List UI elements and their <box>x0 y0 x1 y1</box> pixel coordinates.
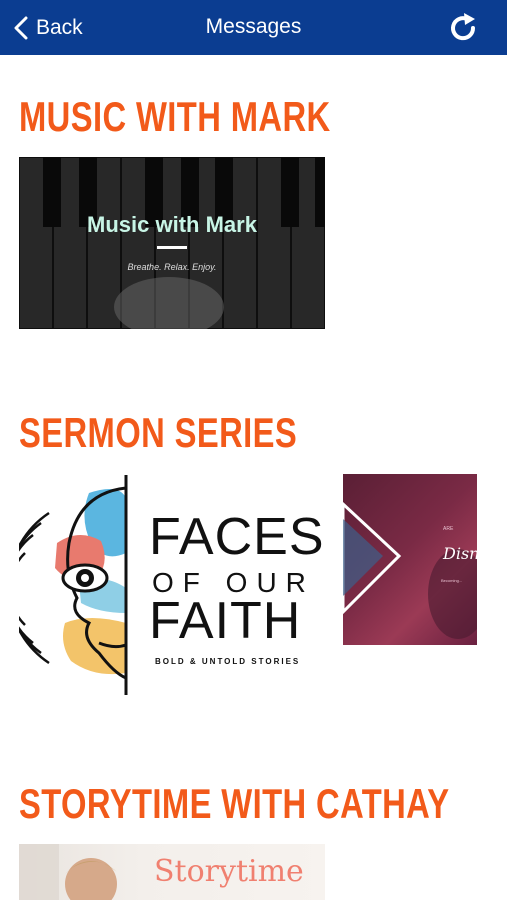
piano-keys-image <box>19 157 325 329</box>
music-with-mark-card[interactable]: Music with Mark Breathe. Relax. Enjoy. <box>19 157 325 329</box>
nav-bar: Back Messages <box>0 0 507 55</box>
faith-line-3: FAITH <box>149 592 302 650</box>
faith-line-1: FACES <box>149 508 325 566</box>
card-subtitle: Breathe. Relax. Enjoy. <box>127 262 217 272</box>
refresh-button[interactable] <box>447 12 481 44</box>
card-title: Storytime <box>154 854 304 889</box>
face-artwork-image <box>19 475 128 695</box>
sermon-series-card-2[interactable]: ARE Disne Becoming... <box>343 474 477 645</box>
card-subtitle: BOLD & UNTOLD STORIES <box>155 657 301 666</box>
divider <box>157 246 187 249</box>
card-title: Music with Mark <box>87 212 257 237</box>
storytime-card[interactable]: Storytime <box>19 844 325 900</box>
section-title-music: MUSIC WITH MARK <box>19 93 331 140</box>
section-title-sermon: SERMON SERIES <box>19 409 298 456</box>
refresh-icon <box>451 13 476 41</box>
page-title: Messages <box>205 15 302 38</box>
card-title: Disne <box>443 544 477 563</box>
faces-of-our-faith-card[interactable]: FACES OF OUR FAITH BOLD & UNTOLD STORIES <box>19 473 329 701</box>
card-small-text: ARE <box>443 526 454 532</box>
card-subtitle: Becoming... <box>441 578 463 583</box>
section-title-storytime: STORYTIME WITH CATHAY <box>19 780 450 827</box>
child-photo-image <box>19 844 117 900</box>
